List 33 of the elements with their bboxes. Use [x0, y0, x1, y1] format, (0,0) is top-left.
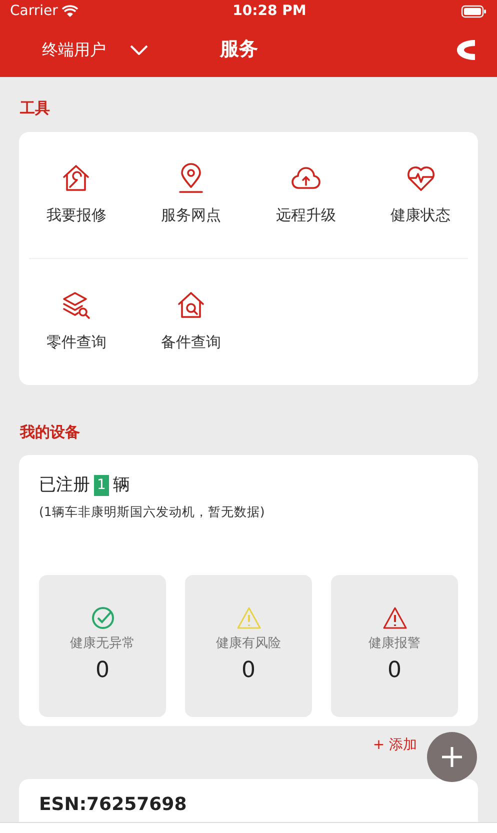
tool-label[interactable]: 备件查询 — [161, 330, 222, 353]
section-heading: 我的设备 — [20, 422, 81, 442]
user-type-dropdown[interactable]: 终端用户 — [42, 38, 148, 62]
esn-text: ESN:76257698 — [39, 794, 187, 816]
chevron-down-icon — [130, 44, 148, 54]
registered-label: 已注册 — [39, 474, 90, 497]
battery-icon — [461, 4, 487, 18]
add-button[interactable] — [427, 732, 477, 782]
tool-label[interactable]: 我要报修 — [46, 204, 106, 226]
add-link[interactable]: + 添加 — [372, 735, 417, 755]
stat-label: 健康有风险 — [216, 635, 281, 653]
plus-icon — [441, 746, 463, 768]
tool-label[interactable]: 健康状态 — [390, 204, 451, 226]
stat-count: 0 — [96, 656, 110, 684]
page-title: 服务 — [220, 37, 259, 62]
wifi-icon — [62, 5, 78, 17]
logo-icon — [455, 38, 477, 62]
unit-label: 辆 — [112, 474, 130, 497]
status-time: 10:28 PM — [232, 2, 306, 20]
alert-icon — [382, 606, 406, 630]
note-text: (1辆车非康明斯国六发动机，暂无数据) — [39, 502, 266, 520]
stat-label: 健康无异常 — [70, 635, 135, 653]
stat-count: 0 — [388, 656, 402, 684]
warning-icon — [236, 606, 260, 630]
count-badge: 1 — [94, 475, 109, 496]
stat-count: 0 — [242, 656, 256, 684]
tool-label[interactable]: 零件查询 — [46, 330, 106, 353]
tool-label[interactable]: 服务网点 — [161, 204, 222, 226]
section-heading: 工具 — [20, 98, 51, 119]
tool-label[interactable]: 远程升级 — [276, 204, 336, 226]
stat-label: 健康报警 — [368, 635, 420, 653]
carrier-name: Carrier — [10, 2, 58, 20]
check-circle-icon — [90, 606, 114, 630]
